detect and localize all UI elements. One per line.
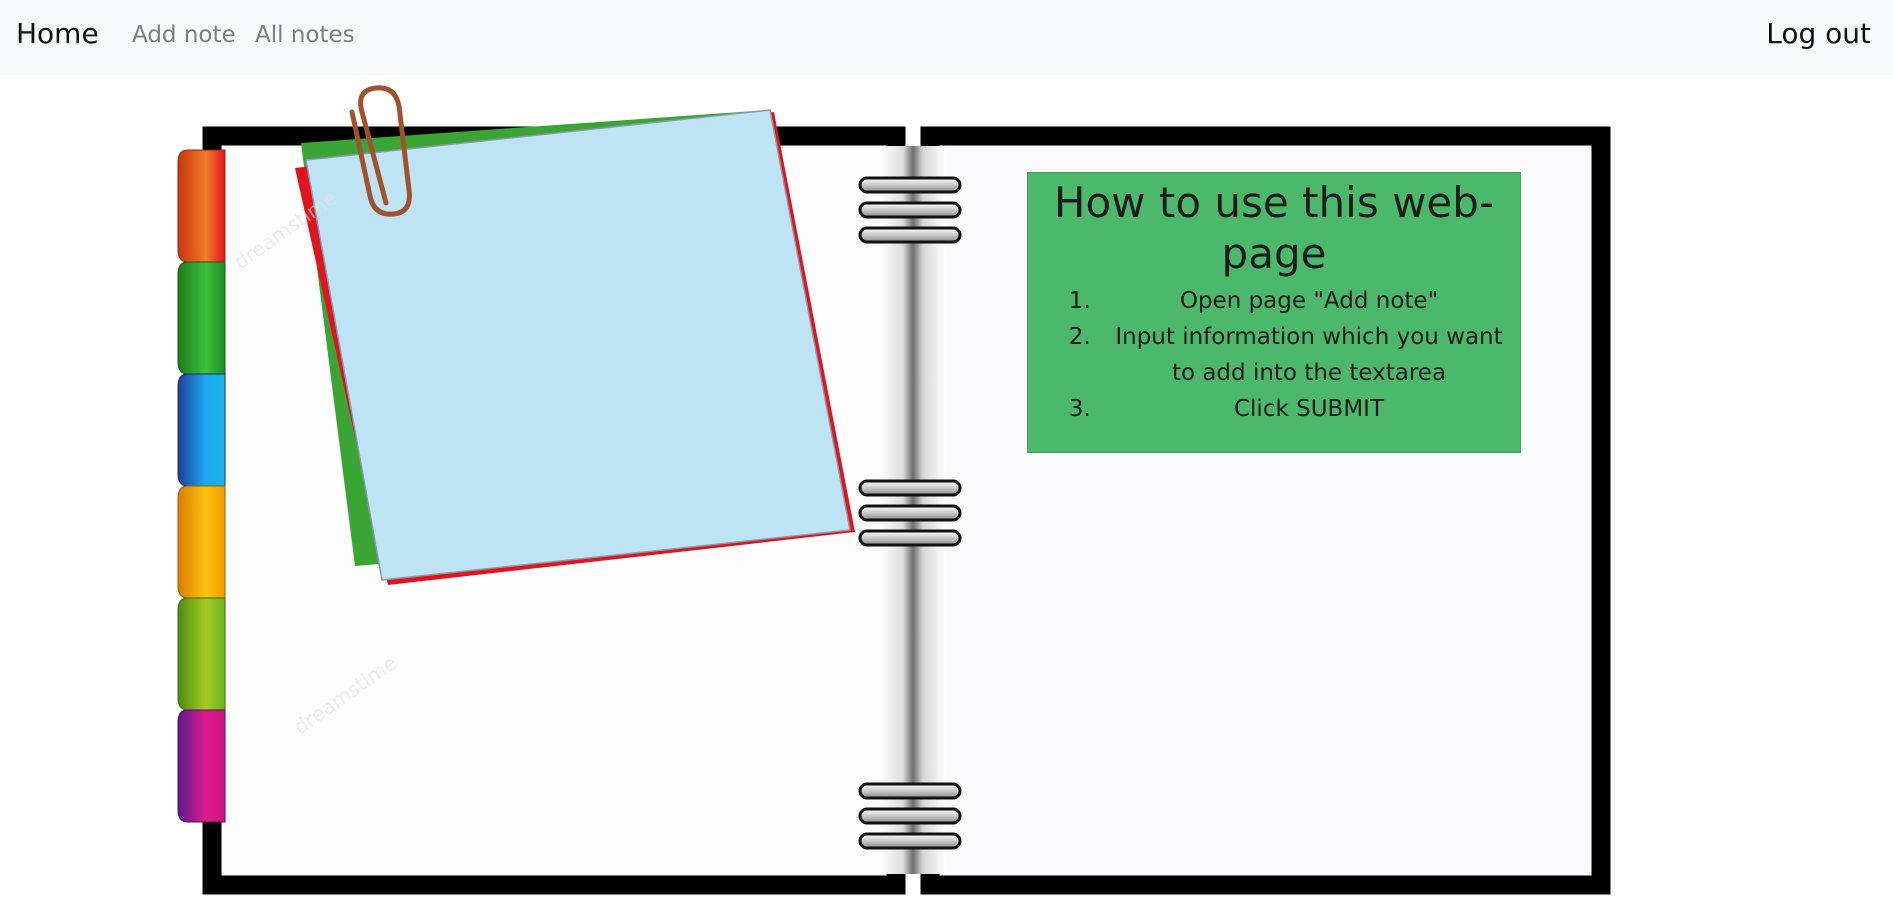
spiral-rings-top xyxy=(858,176,962,244)
instruction-step: Open page "Add note" xyxy=(1098,283,1510,319)
sticky-note-front xyxy=(305,109,851,581)
nav-home-link[interactable]: Home xyxy=(16,17,99,50)
instruction-step: Click SUBMIT xyxy=(1098,391,1510,427)
instruction-step: Input information which you want to add … xyxy=(1098,319,1510,391)
index-tabs xyxy=(177,149,226,823)
nav-add-note-link[interactable]: Add note xyxy=(132,22,236,48)
instructions-title: How to use this web-page xyxy=(1053,178,1495,278)
logout-link[interactable]: Log out xyxy=(1766,17,1871,50)
spiral-rings-middle xyxy=(858,479,962,547)
top-navbar: Home Add note All notes Log out xyxy=(0,0,1893,75)
instructions-panel: How to use this web-page Open page "Add … xyxy=(1027,172,1521,453)
notebook-illustration: dreamstime dreamstime xyxy=(177,85,1611,895)
nav-all-notes-link[interactable]: All notes xyxy=(255,22,355,48)
instructions-list: Open page "Add note" Input information w… xyxy=(1028,283,1520,427)
spiral-rings-bottom xyxy=(858,782,962,850)
